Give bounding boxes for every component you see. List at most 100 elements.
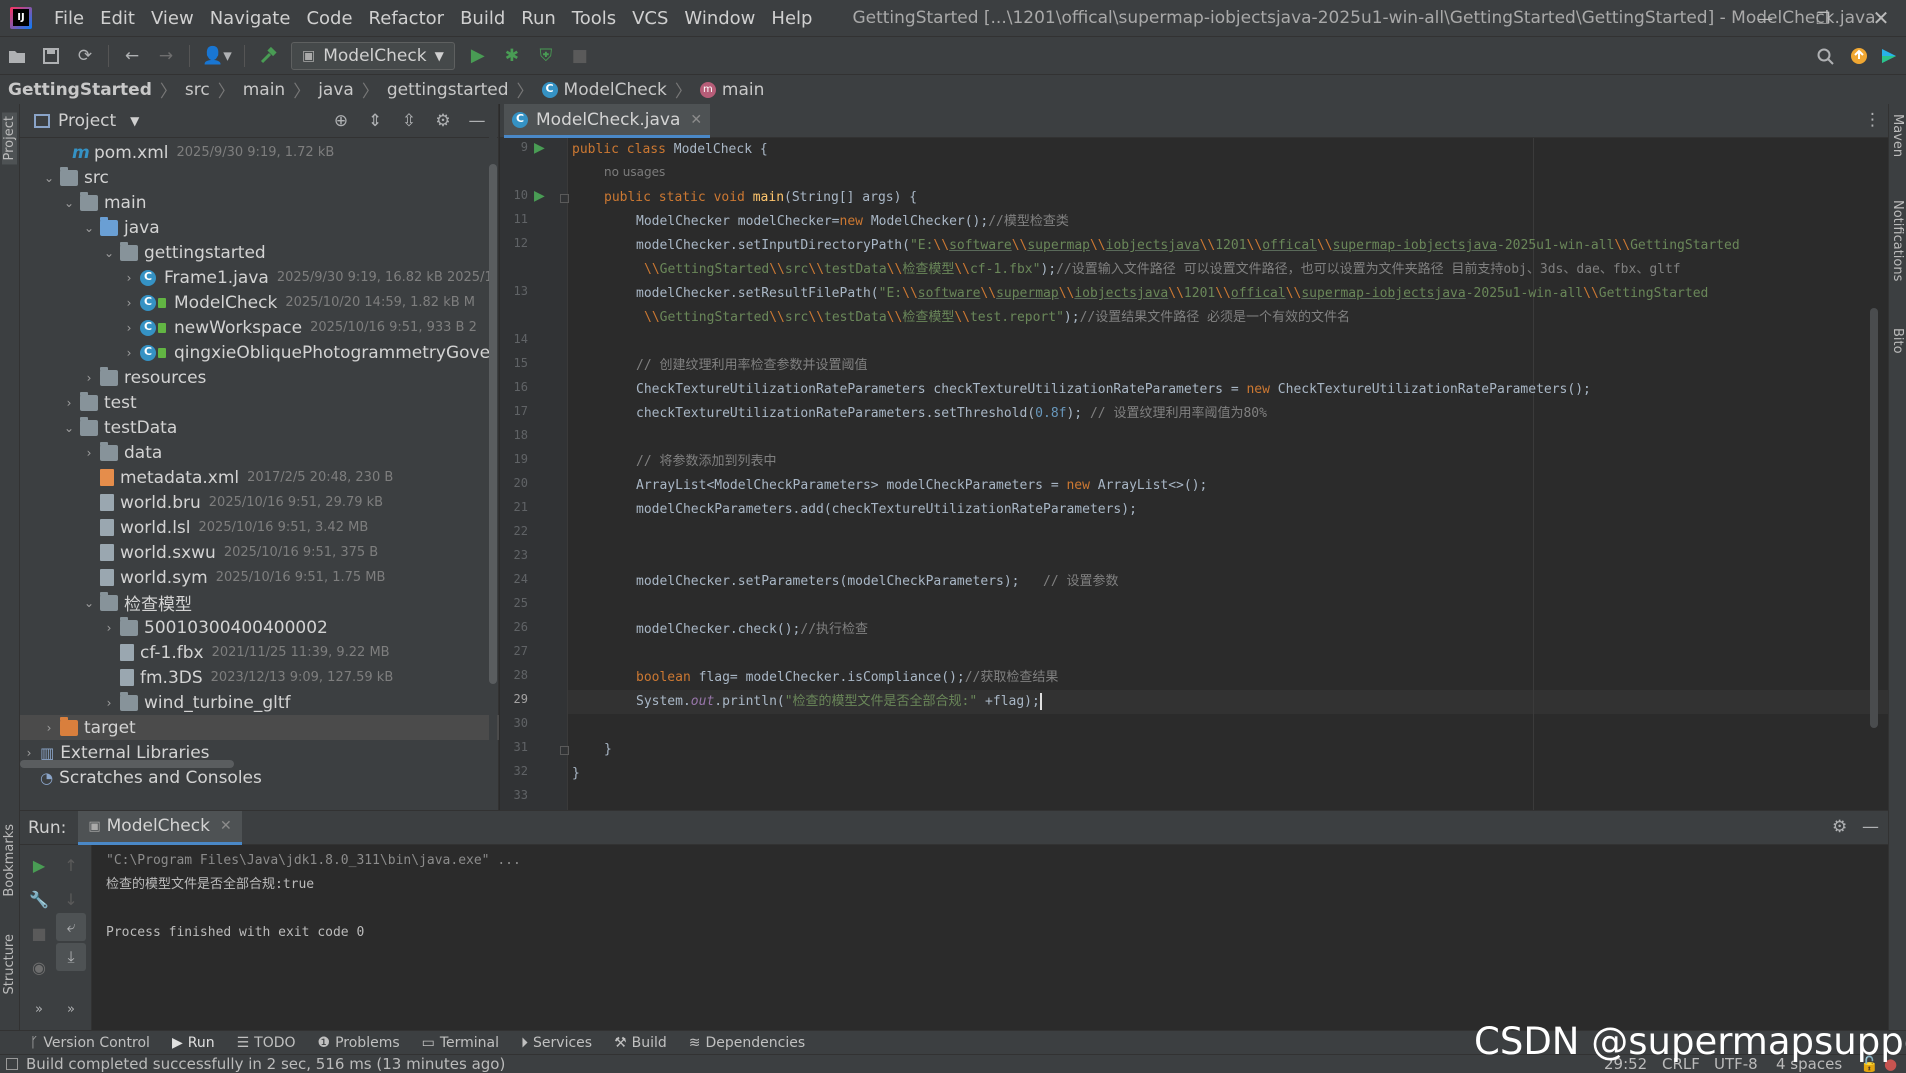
code-editor[interactable]: 9 10 11 12 13 14 15 16 17 18 19 20 21 22… bbox=[500, 138, 1888, 810]
tree-item-data[interactable]: › data bbox=[20, 440, 499, 465]
bookmarks-tool-tab[interactable]: Bookmarks bbox=[2, 824, 17, 897]
editor-scrollbar[interactable] bbox=[1870, 308, 1878, 728]
vertical-scrollbar[interactable] bbox=[489, 104, 497, 810]
build-hammer-icon[interactable] bbox=[251, 41, 285, 71]
arrow-down-icon[interactable]: ↓ bbox=[56, 885, 86, 913]
bito-tool-tab[interactable]: Bito bbox=[1890, 328, 1905, 354]
chevron-down-icon[interactable]: ⌄ bbox=[80, 596, 98, 610]
search-icon[interactable] bbox=[1808, 41, 1842, 71]
chevron-right-icon[interactable]: › bbox=[120, 296, 138, 310]
stop-icon[interactable]: ■ bbox=[563, 41, 597, 71]
open-folder-icon[interactable] bbox=[0, 41, 34, 71]
run-configuration-select[interactable]: ▣ ModelCheck ▼ bbox=[291, 41, 455, 70]
more-icon[interactable]: » bbox=[24, 995, 54, 1023]
tab-run-modelcheck[interactable]: ▣ ModelCheck ✕ bbox=[78, 810, 242, 845]
status-indicator-icon[interactable] bbox=[6, 1058, 18, 1070]
stop-icon[interactable]: ■ bbox=[24, 919, 54, 947]
breadcrumb-method[interactable]: main bbox=[722, 80, 764, 100]
tree-item-main[interactable]: ⌄ main bbox=[20, 190, 499, 215]
chevron-right-icon[interactable]: › bbox=[40, 721, 58, 735]
gear-icon[interactable]: ⚙ bbox=[426, 111, 460, 131]
no-usages-hint[interactable]: no usages bbox=[604, 160, 665, 184]
project-tool-tab[interactable]: Project bbox=[2, 112, 17, 165]
hide-panel-icon[interactable]: — bbox=[1862, 817, 1879, 837]
tab-services[interactable]: ⏵ Services bbox=[521, 1035, 592, 1051]
notifications-tool-tab[interactable]: Notifications bbox=[1890, 200, 1905, 281]
run-icon[interactable]: ▶ bbox=[461, 41, 495, 71]
tab-run[interactable]: ▶ Run bbox=[172, 1035, 215, 1051]
menu-vcs[interactable]: VCS bbox=[624, 8, 676, 29]
chevron-down-icon[interactable]: ⌄ bbox=[100, 246, 118, 260]
tree-item-wind-turbine[interactable]: › wind_turbine_gltf bbox=[20, 690, 499, 715]
console-output[interactable]: "C:\Program Files\Java\jdk1.8.0_311\bin\… bbox=[106, 849, 521, 945]
back-arrow-icon[interactable]: ← bbox=[115, 41, 149, 71]
menu-navigate[interactable]: Navigate bbox=[202, 8, 299, 29]
breadcrumb-src[interactable]: src bbox=[185, 80, 210, 100]
chevron-down-icon[interactable]: ⌄ bbox=[60, 421, 78, 435]
wrench-icon[interactable]: 🔧 bbox=[24, 885, 54, 913]
tree-item-java[interactable]: ⌄ java bbox=[20, 215, 499, 240]
tab-modelcheck-java[interactable]: ModelCheck.java ✕ bbox=[504, 104, 711, 138]
menu-tools[interactable]: Tools bbox=[564, 8, 624, 29]
scroll-to-end-icon[interactable]: ⤓ bbox=[56, 943, 86, 971]
structure-tool-tab[interactable]: Structure bbox=[2, 934, 17, 994]
tree-item-pom[interactable]: m pom.xml 2025/9/30 9:19, 1.72 kB bbox=[20, 140, 499, 165]
status-message[interactable]: Build completed successfully in 2 sec, 5… bbox=[26, 1055, 505, 1073]
run-gutter-icon[interactable]: ▶ bbox=[534, 140, 545, 156]
tree-item-world-sxwu[interactable]: world.sxwu 2025/10/16 9:51, 375 B bbox=[20, 540, 499, 565]
arrow-up-icon[interactable]: ↑ bbox=[56, 851, 86, 879]
close-icon[interactable]: ✕ bbox=[690, 112, 702, 128]
expand-all-icon[interactable]: ⇕ bbox=[358, 111, 392, 131]
fold-icon[interactable] bbox=[560, 194, 569, 203]
close-icon[interactable]: ✕ bbox=[220, 818, 232, 834]
camera-icon[interactable]: ◉ bbox=[24, 953, 54, 981]
restore-icon[interactable]: ❐ bbox=[1794, 0, 1852, 36]
update-icon[interactable] bbox=[1842, 41, 1876, 71]
chevron-right-icon[interactable]: › bbox=[120, 346, 138, 360]
tree-item-modelcheck[interactable]: › ModelCheck 2025/10/20 14:59, 1.82 kB M bbox=[20, 290, 499, 315]
menu-code[interactable]: Code bbox=[298, 8, 360, 29]
menu-build[interactable]: Build bbox=[452, 8, 513, 29]
chevron-right-icon[interactable]: › bbox=[80, 371, 98, 385]
collapse-all-icon[interactable]: ⇳ bbox=[392, 111, 426, 131]
forward-arrow-icon[interactable]: → bbox=[149, 41, 183, 71]
chevron-right-icon[interactable]: › bbox=[20, 746, 38, 760]
tree-item-frame1[interactable]: › Frame1.java 2025/9/30 9:19, 16.82 kB 2… bbox=[20, 265, 499, 290]
tree-item-scratches[interactable]: ◔ Scratches and Consoles bbox=[20, 765, 499, 790]
tree-item-gettingstarted[interactable]: ⌄ gettingstarted bbox=[20, 240, 499, 265]
menu-help[interactable]: Help bbox=[763, 8, 820, 29]
breadcrumb-main[interactable]: main bbox=[243, 80, 285, 100]
tree-item-qingxie[interactable]: › qingxieObliquePhotogrammetryGover bbox=[20, 340, 499, 365]
tree-item-target[interactable]: › target bbox=[20, 715, 499, 740]
horizontal-scrollbar[interactable] bbox=[20, 760, 234, 768]
chevron-right-icon[interactable]: › bbox=[100, 696, 118, 710]
tree-item-cf1-fbx[interactable]: cf-1.fbx 2021/11/25 11:39, 9.22 MB bbox=[20, 640, 499, 665]
tree-item-check-model[interactable]: ⌄ 检查模型 bbox=[20, 590, 499, 615]
tree-item-resources[interactable]: › resources bbox=[20, 365, 499, 390]
tree-item-newworkspace[interactable]: › newWorkspace 2025/10/16 9:51, 933 B 2 bbox=[20, 315, 499, 340]
menu-run[interactable]: Run bbox=[513, 8, 564, 29]
tree-item-50010300400400002[interactable]: › 50010300400400002 bbox=[20, 615, 499, 640]
menu-file[interactable]: File bbox=[46, 8, 92, 29]
menu-window[interactable]: Window bbox=[676, 8, 763, 29]
tree-item-testdata[interactable]: ⌄ testData bbox=[20, 415, 499, 440]
tree-item-world-sym[interactable]: world.sym 2025/10/16 9:51, 1.75 MB bbox=[20, 565, 499, 590]
breadcrumb-package[interactable]: gettingstarted bbox=[387, 80, 509, 100]
rerun-icon[interactable]: ▶ bbox=[24, 851, 54, 879]
chevron-down-icon[interactable]: ⌄ bbox=[80, 221, 98, 235]
menu-edit[interactable]: Edit bbox=[92, 8, 143, 29]
fold-icon[interactable] bbox=[560, 746, 569, 755]
chevron-right-icon[interactable]: › bbox=[100, 621, 118, 635]
tab-todo[interactable]: ☰ TODO bbox=[237, 1035, 296, 1051]
tab-terminal[interactable]: ▭ Terminal bbox=[422, 1035, 499, 1051]
account-icon[interactable]: 👤▾ bbox=[196, 41, 238, 71]
chevron-right-icon[interactable]: › bbox=[80, 446, 98, 460]
chevron-right-icon[interactable]: › bbox=[120, 271, 138, 285]
coverage-icon[interactable]: ⛨ bbox=[529, 41, 563, 71]
tree-item-src[interactable]: ⌄ src bbox=[20, 165, 499, 190]
locate-icon[interactable]: ⊕ bbox=[324, 111, 358, 131]
run-gutter-icon[interactable]: ▶ bbox=[534, 188, 545, 204]
save-icon[interactable] bbox=[34, 41, 68, 71]
breadcrumb-java[interactable]: java bbox=[318, 80, 354, 100]
project-panel-title[interactable]: Project bbox=[58, 111, 116, 131]
